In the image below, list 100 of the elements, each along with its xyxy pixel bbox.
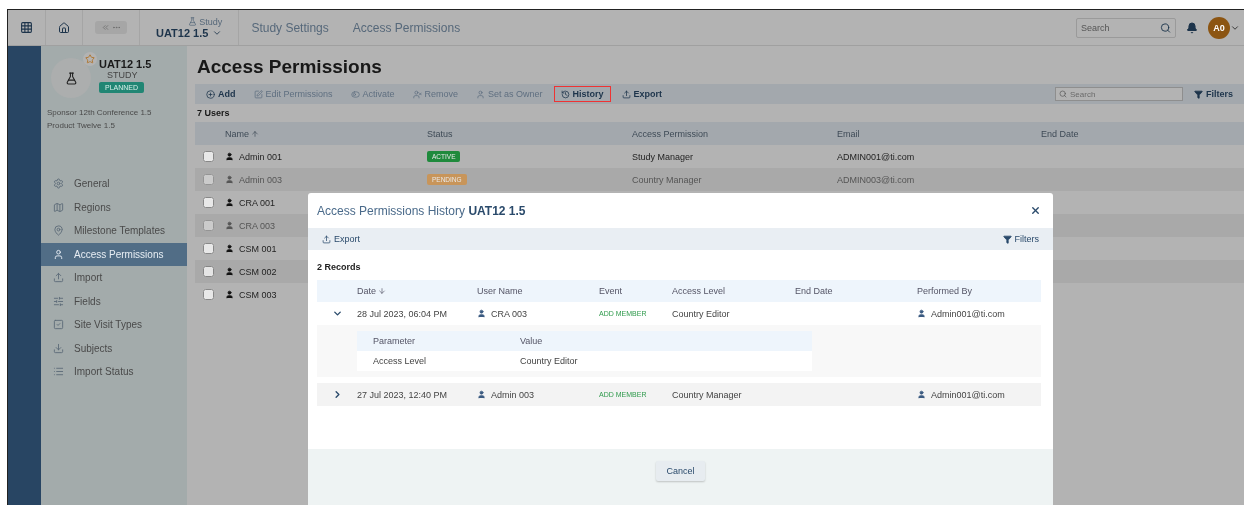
sliders-icon [53, 295, 64, 307]
user-icon [476, 89, 486, 99]
table-cell-text: ADMIN001@ti.com [837, 151, 916, 162]
apps-icon[interactable] [20, 21, 33, 34]
column-header[interactable]: End Date [1041, 128, 1244, 139]
sidebar-item[interactable]: Fields [41, 289, 187, 313]
column-header: Value [520, 336, 544, 346]
study-detail: Sponsor 12th Conference 1.5 [46, 107, 153, 119]
remove-user-icon [412, 89, 422, 99]
toggle-icon [350, 89, 360, 99]
search-icon [1160, 22, 1171, 33]
pin-icon [53, 225, 64, 237]
user-icon [225, 221, 234, 230]
filters-button[interactable]: Filters [1187, 86, 1240, 102]
sidebar-item[interactable]: Milestone Templates [41, 219, 187, 243]
row-checkbox[interactable] [203, 266, 214, 277]
sidebar-item[interactable]: Import [41, 266, 187, 290]
map-icon [53, 201, 64, 213]
study-selector[interactable]: UAT12 1.5 [156, 26, 223, 39]
user-icon [917, 309, 926, 318]
table-cell-text: Country Editor [672, 308, 731, 319]
table-cell-text: Country Editor [520, 356, 579, 366]
user-icon [53, 248, 64, 260]
table-cell-text: 27 Jul 2023, 12:40 PM [357, 389, 449, 400]
sidebar-item[interactable]: Regions [41, 195, 187, 219]
chevron-down-icon [331, 308, 343, 319]
column-header: Parameter [373, 336, 417, 346]
star-icon[interactable] [85, 54, 95, 64]
home-icon[interactable] [58, 21, 70, 34]
study-name: UAT12 1.5 [99, 58, 152, 70]
checkbox-icon [53, 319, 64, 331]
search-field[interactable]: Search [1055, 87, 1183, 101]
record-count: 2 Records [316, 261, 362, 274]
export-button[interactable]: Export [318, 232, 364, 246]
avatar[interactable]: A0 [1208, 16, 1230, 39]
upload-icon [322, 234, 331, 244]
plus-icon [206, 89, 215, 99]
column-header[interactable]: Event [599, 286, 672, 296]
back-button[interactable] [95, 21, 127, 34]
sidebar-item[interactable]: Access Permissions [41, 242, 187, 266]
row-checkbox[interactable] [203, 289, 214, 300]
table-cell-text: 28 Jul 2023, 06:04 PM [357, 308, 449, 319]
flask-icon [188, 17, 198, 26]
sidebar-item[interactable]: Site Visit Types [41, 313, 187, 337]
column-header[interactable]: Name [225, 128, 427, 139]
upload-icon [53, 272, 64, 284]
row-checkbox[interactable] [203, 197, 214, 208]
double-chevron-icon [101, 23, 110, 32]
close-icon [1030, 205, 1041, 216]
edit-icon [253, 89, 263, 99]
cancel-button[interactable]: Cancel [656, 461, 705, 481]
column-header[interactable]: Email [837, 128, 1041, 139]
toolbar-button[interactable]: History [553, 86, 611, 102]
download-icon [53, 342, 64, 354]
sort-icon [378, 287, 386, 295]
toolbar-button[interactable]: Add [199, 86, 243, 102]
filter-icon [1194, 89, 1203, 99]
study-detail: Product Twelve 1.5 [46, 120, 116, 132]
user-icon [225, 290, 234, 299]
column-header[interactable]: Access Permission [632, 128, 837, 139]
sort-icon [251, 129, 259, 138]
upload-icon [621, 89, 631, 99]
column-header[interactable]: User Name [477, 286, 599, 296]
list-icon [53, 366, 64, 378]
table-cell: Admin001@ti.com [917, 308, 1039, 319]
filters-button[interactable]: Filters [998, 232, 1043, 246]
table-cell: CRA 003 [477, 308, 599, 319]
user-icon [477, 390, 486, 399]
user-icon [917, 390, 926, 399]
column-header[interactable]: Performed By [917, 286, 1039, 296]
toolbar-button[interactable]: Export [614, 86, 670, 102]
row-checkbox[interactable] [203, 243, 214, 254]
user-icon [225, 267, 234, 276]
close-button[interactable] [1030, 205, 1041, 216]
column-header[interactable]: End Date [795, 286, 917, 296]
table-cell-text: Study Manager [632, 151, 695, 162]
user-icon [225, 198, 234, 207]
row-checkbox[interactable] [203, 151, 214, 162]
table-cell: Admin 003 [477, 389, 599, 400]
column-header[interactable]: Status [427, 128, 632, 139]
column-header[interactable]: Date [357, 286, 477, 296]
flask-icon [64, 71, 78, 85]
table-cell: Admin001@ti.com [917, 389, 1039, 400]
user-icon [225, 244, 234, 253]
search-icon [1059, 90, 1067, 98]
sidebar-item[interactable]: Import Status [41, 360, 187, 384]
history-icon [560, 89, 570, 99]
page-title: Access Permissions [197, 56, 383, 78]
bell-icon[interactable] [1186, 21, 1198, 34]
gear-icon [53, 178, 64, 190]
table-cell-text: Country Manager [632, 174, 703, 185]
sidebar-item[interactable]: General [41, 172, 187, 196]
sidebar-item[interactable]: Subjects [41, 336, 187, 360]
search-field[interactable]: Search [1076, 17, 1176, 38]
table-cell-text: ADMIN003@ti.com [837, 174, 916, 185]
user-icon [225, 175, 234, 184]
breadcrumb[interactable]: Study Settings [239, 20, 341, 35]
study-type: STUDY [107, 70, 138, 80]
column-header[interactable]: Access Level [672, 286, 795, 296]
breadcrumb[interactable]: Access Permissions [340, 20, 473, 35]
